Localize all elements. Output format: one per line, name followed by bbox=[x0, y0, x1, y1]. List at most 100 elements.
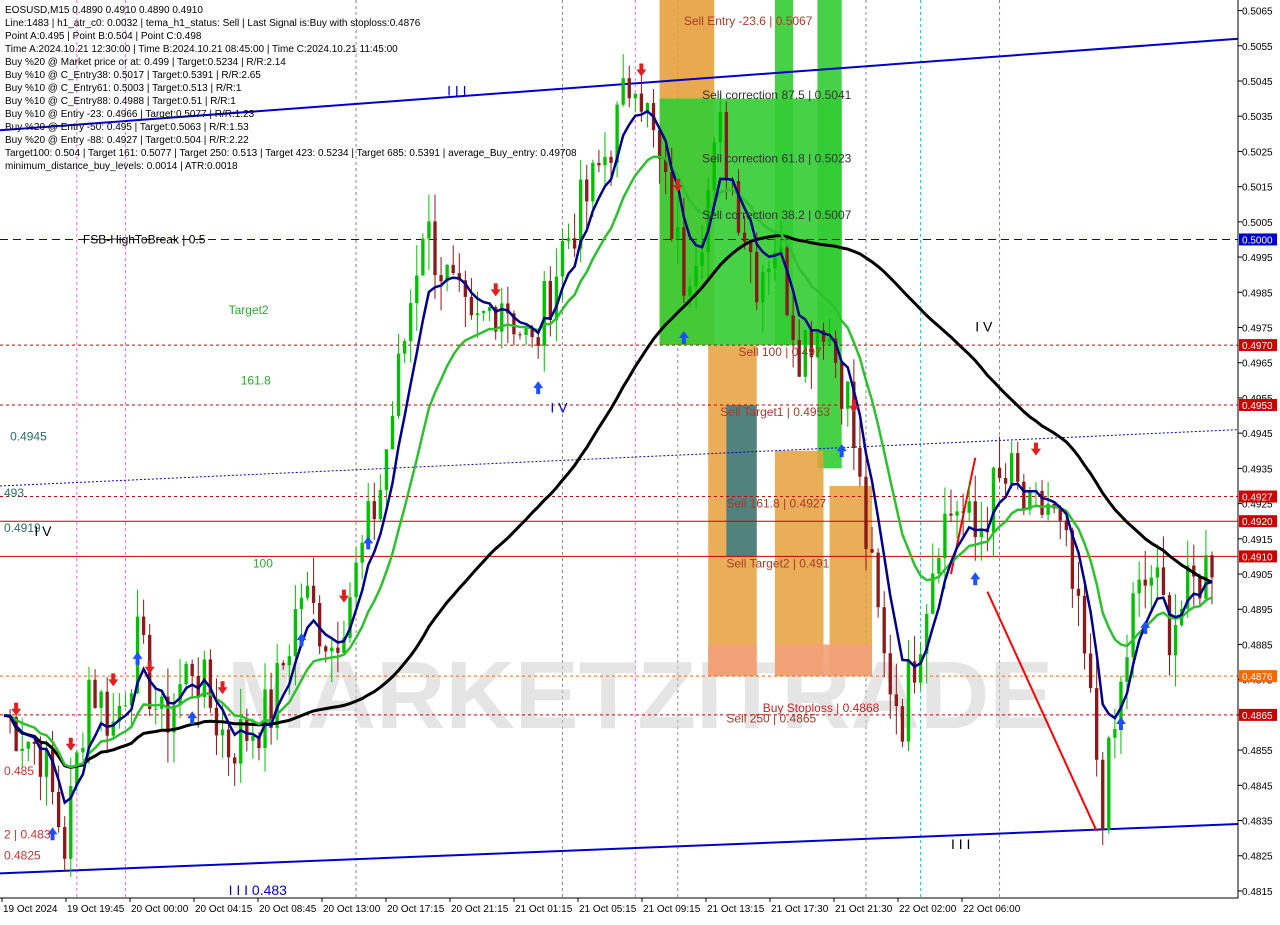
candle-body bbox=[888, 653, 892, 695]
time-tick-label: 21 Oct 09:15 bbox=[643, 904, 701, 915]
price-tick-label: 0.4825 bbox=[1242, 852, 1273, 863]
candle-body bbox=[208, 659, 213, 708]
candle-body bbox=[566, 238, 571, 242]
candle-body bbox=[694, 265, 698, 287]
candle-body bbox=[827, 338, 832, 342]
candle-body bbox=[433, 221, 437, 276]
candle-body bbox=[755, 251, 759, 303]
candle-body bbox=[81, 747, 85, 753]
info-line: Target100: 0.504 | Target 161: 0.5077 | … bbox=[5, 148, 577, 159]
candle-body bbox=[973, 501, 977, 538]
level-label: Sell Target1 | 0.4953 bbox=[720, 405, 830, 419]
candle-body bbox=[372, 501, 376, 520]
candle-body bbox=[263, 689, 267, 749]
level-label: Sell Entry -23.6 | 0.5067 bbox=[684, 14, 813, 28]
candle-body bbox=[226, 729, 231, 758]
price-marker-label: 0.4920 bbox=[1242, 517, 1273, 528]
candle-body bbox=[657, 130, 662, 159]
price-tick-label: 0.4845 bbox=[1242, 781, 1273, 792]
price-tick-label: 0.4995 bbox=[1242, 253, 1273, 264]
level-label: FSB-HighToBreak | 0.5 bbox=[83, 232, 206, 246]
candle-body bbox=[949, 513, 953, 516]
candle-body bbox=[967, 501, 971, 513]
candle-body bbox=[1040, 490, 1044, 515]
candle-body bbox=[190, 663, 194, 676]
candle-body bbox=[597, 163, 601, 166]
candle-body bbox=[1003, 478, 1008, 484]
price-tick-label: 0.4965 bbox=[1242, 359, 1273, 370]
candle-body bbox=[378, 489, 383, 520]
info-line: Time A:2024.10.21 12:30:00 | Time B:2024… bbox=[5, 44, 398, 55]
candle-body bbox=[1082, 595, 1087, 654]
candle-body bbox=[536, 337, 540, 346]
candle-body bbox=[724, 112, 729, 180]
time-tick-label: 20 Oct 21:15 bbox=[451, 904, 509, 915]
trade-zone bbox=[726, 404, 757, 557]
candle-body bbox=[997, 467, 1002, 479]
candle-body bbox=[26, 741, 30, 749]
candle-body bbox=[251, 735, 255, 741]
price-tick-label: 0.5005 bbox=[1242, 218, 1273, 229]
candle-body bbox=[439, 275, 443, 282]
level-label: 161.8 bbox=[241, 373, 271, 387]
info-line: Point A:0.495 | Point B:0.504 | Point C:… bbox=[5, 31, 202, 42]
candle-body bbox=[354, 562, 358, 598]
price-tick-label: 0.4915 bbox=[1242, 535, 1273, 546]
candle-body bbox=[1094, 688, 1099, 760]
candle-body bbox=[1113, 729, 1117, 738]
price-marker-label: 0.5000 bbox=[1242, 235, 1273, 246]
candle-body bbox=[1022, 481, 1026, 510]
candle-body bbox=[287, 656, 291, 666]
candle-body bbox=[1143, 579, 1147, 586]
candle-body bbox=[415, 275, 419, 304]
candle-body bbox=[311, 585, 316, 604]
level-label: 0.4825 bbox=[4, 849, 41, 863]
candle-body bbox=[293, 609, 298, 657]
wave-label: I I I bbox=[951, 836, 970, 852]
info-line: Buy %20 @ Market price or at: 0.499 | Ta… bbox=[5, 57, 286, 68]
info-line: Buy %20 @ Entry -50: 0.495 | Target:0.50… bbox=[5, 122, 249, 133]
candle-body bbox=[742, 232, 747, 242]
candle-body bbox=[560, 241, 565, 277]
candle-body bbox=[239, 719, 243, 764]
candle-body bbox=[123, 705, 128, 707]
candle-body bbox=[336, 647, 340, 653]
candle-body bbox=[1155, 567, 1160, 578]
candle-body bbox=[870, 549, 874, 553]
price-tick-label: 0.5045 bbox=[1242, 77, 1273, 88]
candle-body bbox=[324, 646, 328, 652]
candle-body bbox=[518, 334, 522, 336]
price-chart[interactable]: MARKETZITRADE FSB-HighToBreak | 0.5 Sell … bbox=[0, 0, 1280, 920]
candle-body bbox=[1137, 579, 1141, 594]
candle-body bbox=[384, 449, 389, 490]
price-marker-label: 0.4865 bbox=[1242, 711, 1273, 722]
candle-body bbox=[937, 558, 941, 574]
price-tick-label: 0.4935 bbox=[1242, 464, 1273, 475]
candle-body bbox=[184, 663, 188, 685]
info-line: Line:1483 | h1_atr_c0: 0.0032 | tema_h1_… bbox=[5, 18, 421, 29]
info-line: Buy %10 @ Entry -23: 0.4966 | Target:0.5… bbox=[5, 109, 255, 120]
candle-body bbox=[682, 227, 686, 296]
candle-body bbox=[524, 328, 528, 335]
price-tick-label: 0.5065 bbox=[1242, 7, 1273, 18]
candle-body bbox=[487, 307, 492, 311]
level-label: Sell 161.8 | 0.4927 bbox=[726, 497, 826, 511]
candle-body bbox=[475, 313, 480, 316]
candle-body bbox=[1210, 555, 1214, 578]
candle-body bbox=[154, 708, 158, 710]
price-tick-label: 0.5015 bbox=[1242, 183, 1273, 194]
candle-body bbox=[1149, 577, 1153, 586]
candle-body bbox=[991, 467, 996, 533]
candle-body bbox=[882, 607, 886, 654]
candle-body bbox=[409, 303, 413, 342]
candle-body bbox=[421, 238, 425, 276]
price-marker-label: 0.4876 bbox=[1242, 672, 1273, 683]
time-tick-label: 19 Oct 2024 bbox=[3, 904, 58, 915]
chart-area[interactable]: MARKETZITRADE FSB-HighToBreak | 0.5 Sell … bbox=[0, 0, 1280, 920]
candle-body bbox=[63, 827, 67, 859]
candle-body bbox=[1167, 595, 1172, 656]
info-line: EOSUSD,M15 0.4890 0.4910 0.4890 0.4910 bbox=[5, 5, 203, 16]
time-tick-label: 20 Oct 04:15 bbox=[195, 904, 253, 915]
candle-body bbox=[603, 156, 607, 166]
candle-body bbox=[1016, 453, 1020, 482]
